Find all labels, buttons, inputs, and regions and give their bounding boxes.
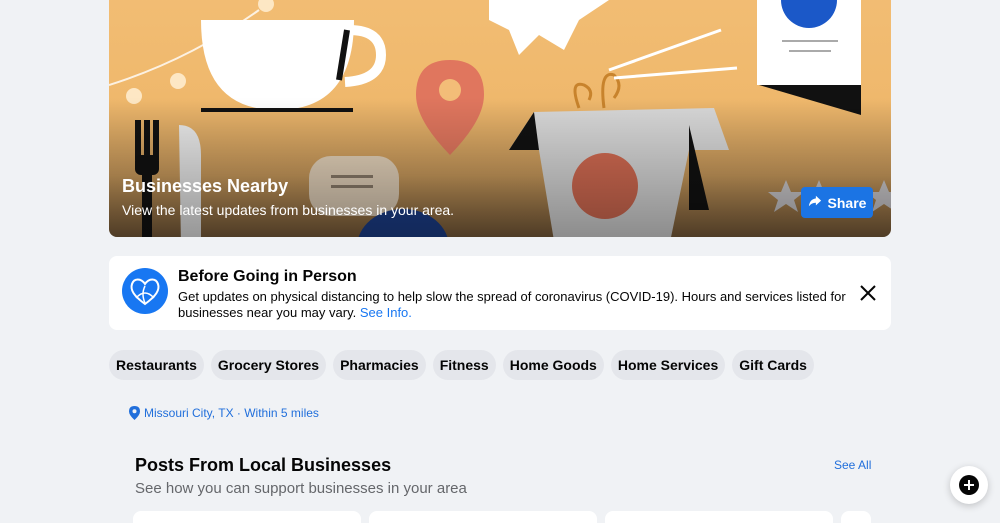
info-card-body: Get updates on physical distancing to he…: [178, 289, 858, 320]
location-filter[interactable]: Missouri City, TX · Within 5 miles: [129, 406, 319, 420]
post-card[interactable]: [605, 511, 833, 523]
new-message-icon: [959, 475, 979, 495]
post-card[interactable]: [369, 511, 597, 523]
location-pin-icon: [129, 406, 140, 420]
section-title: Posts From Local Businesses: [135, 455, 392, 475]
share-arrow-icon: [808, 194, 822, 211]
category-chip-home-services[interactable]: Home Services: [610, 350, 726, 380]
see-all-link[interactable]: See All: [834, 458, 871, 472]
close-icon: [860, 285, 876, 301]
info-card-title: Before Going in Person: [178, 268, 357, 285]
section-subtitle: See how you can support businesses in yo…: [135, 480, 467, 497]
heart-globe-icon: [122, 268, 168, 314]
location-text: Missouri City, TX · Within 5 miles: [144, 406, 319, 420]
category-chip-home-goods[interactable]: Home Goods: [502, 350, 604, 380]
category-chip-pharmacies[interactable]: Pharmacies: [333, 350, 426, 380]
see-info-link[interactable]: See Info.: [360, 305, 412, 320]
new-message-button[interactable]: [950, 466, 988, 504]
category-chip-gift-cards[interactable]: Gift Cards: [732, 350, 814, 380]
category-chip-restaurants[interactable]: Restaurants: [109, 350, 204, 380]
category-chip-grocery-stores[interactable]: Grocery Stores: [210, 350, 327, 380]
share-label: Share: [827, 194, 867, 211]
info-card-text: Get updates on physical distancing to he…: [178, 289, 846, 320]
category-filter-bar: Restaurants Grocery Stores Pharmacies Fi…: [109, 350, 814, 380]
category-chip-fitness[interactable]: Fitness: [432, 350, 496, 380]
post-card[interactable]: [133, 511, 361, 523]
page-subtitle: View the latest updates from businesses …: [122, 202, 455, 218]
post-card[interactable]: [841, 511, 871, 523]
share-button[interactable]: Share: [801, 187, 873, 218]
close-button[interactable]: [857, 282, 879, 304]
page-title: Businesses Nearby: [122, 176, 289, 196]
hero-banner: Businesses Nearby View the latest update…: [109, 0, 891, 237]
covid-info-card: Before Going in Person Get updates on ph…: [109, 256, 891, 330]
